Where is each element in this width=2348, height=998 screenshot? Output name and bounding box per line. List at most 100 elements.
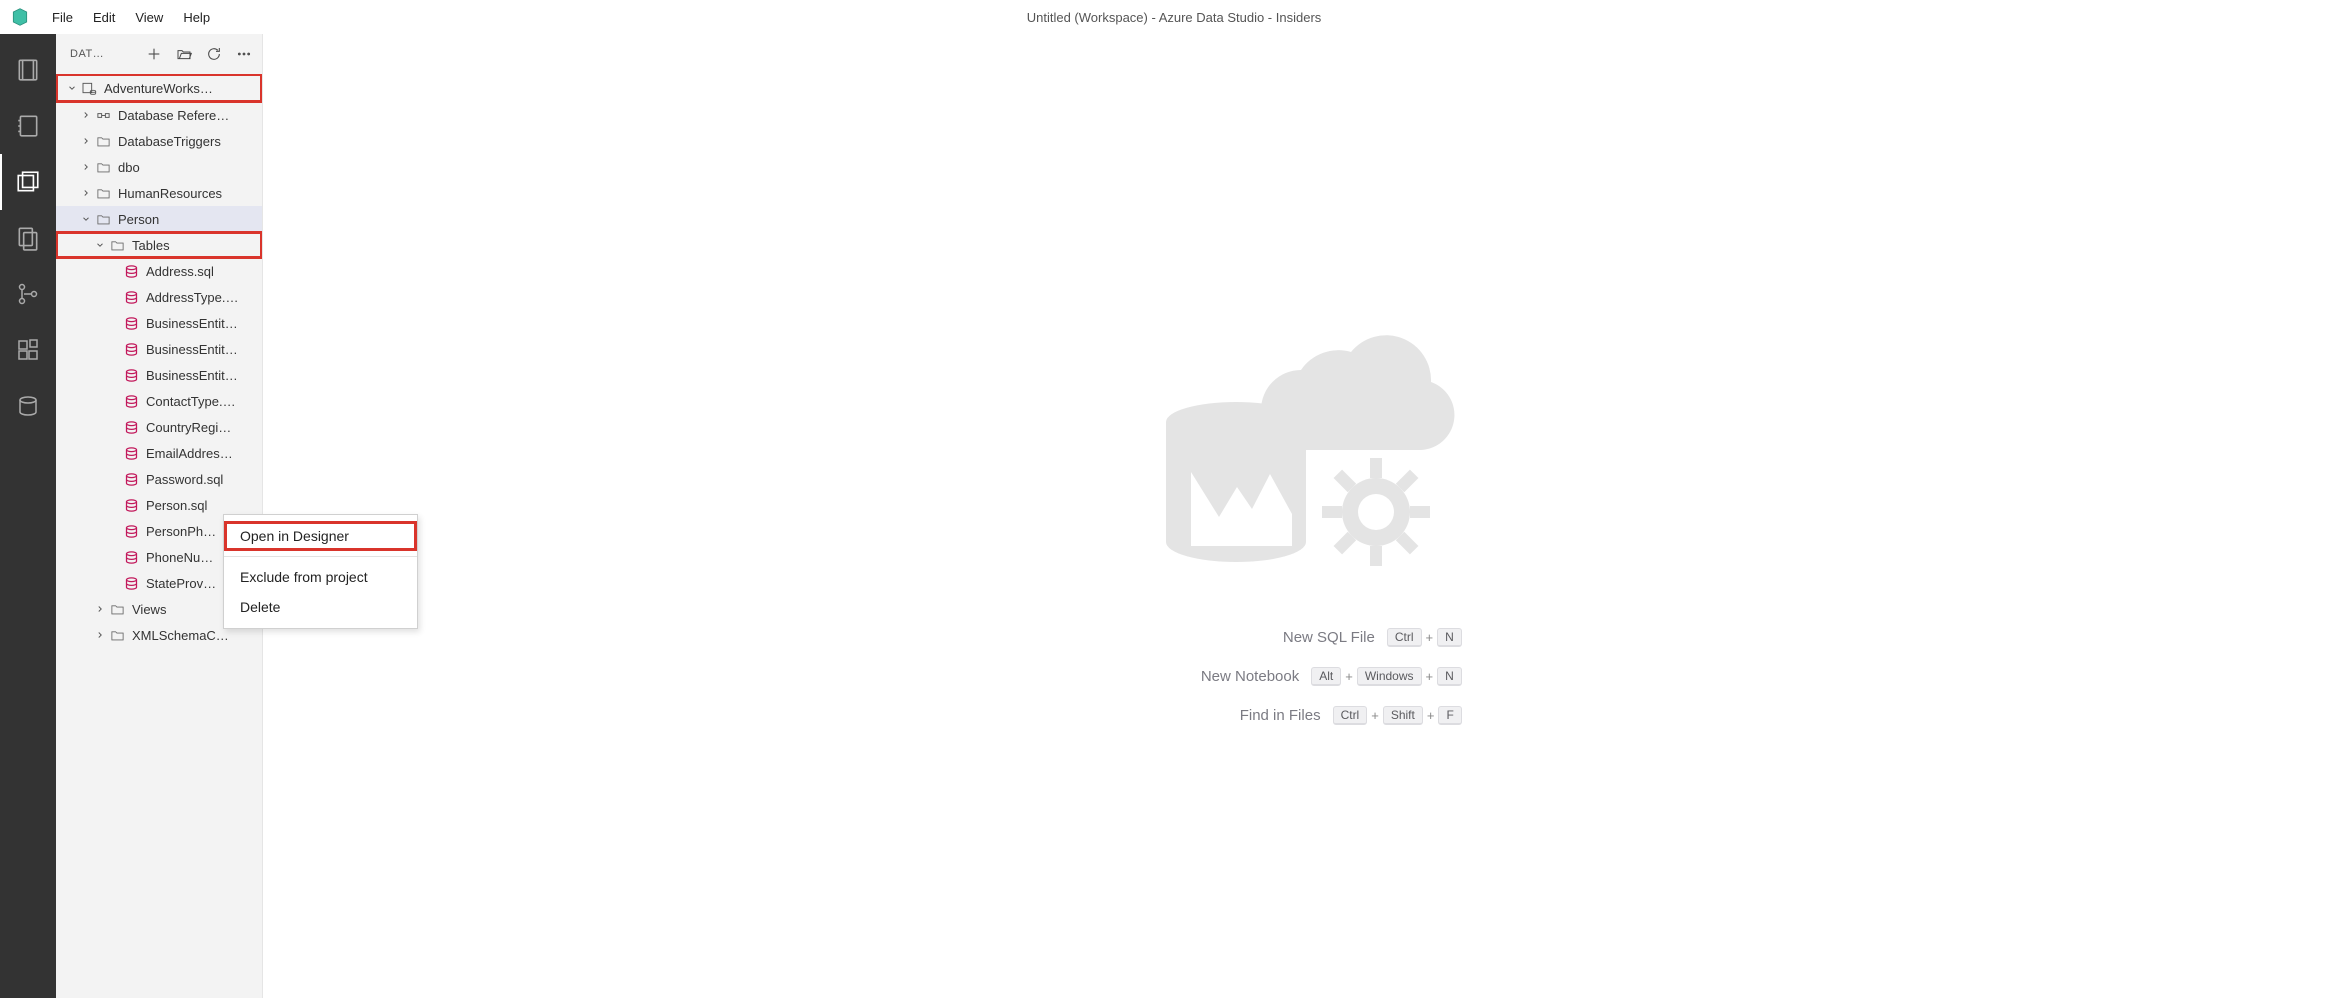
chevron-right-icon[interactable] bbox=[78, 107, 94, 123]
watermark: New SQL FileCtrl+N New Notebook Alt + Window… bbox=[1146, 307, 1466, 725]
folder-icon bbox=[94, 184, 112, 202]
twist-none bbox=[106, 471, 122, 487]
activity-connections[interactable] bbox=[0, 42, 56, 98]
tree-row-label: AddressType.… bbox=[146, 290, 239, 305]
panel-header: DAT… bbox=[56, 34, 262, 74]
tree-row[interactable]: Address.sql bbox=[56, 258, 262, 284]
chevron-right-icon[interactable] bbox=[78, 159, 94, 175]
plus-icon: + bbox=[1345, 669, 1353, 684]
tree-row-label: ContactType.… bbox=[146, 394, 236, 409]
more-icon[interactable] bbox=[234, 44, 254, 64]
tree-row-label: HumanResources bbox=[118, 186, 222, 201]
titlebar: File Edit View Help Untitled (Workspace)… bbox=[0, 0, 2348, 34]
twist-none bbox=[106, 315, 122, 331]
table-icon bbox=[122, 444, 140, 462]
twist-none bbox=[106, 263, 122, 279]
table-icon bbox=[122, 392, 140, 410]
tree-row[interactable]: ContactType.… bbox=[56, 388, 262, 414]
tree-row-label: XMLSchemaC… bbox=[132, 628, 229, 643]
tree-row[interactable]: Tables bbox=[56, 232, 262, 258]
tree-row[interactable]: dbo bbox=[56, 154, 262, 180]
menu-edit[interactable]: Edit bbox=[83, 6, 125, 29]
shortcut-list: New SQL FileCtrl+N New Notebook Alt + Window… bbox=[1149, 628, 1462, 725]
tree-row-label: Person.sql bbox=[146, 498, 207, 513]
shortcut-label: New Notebook bbox=[1149, 668, 1299, 685]
tree-row-label: PersonPh… bbox=[146, 524, 216, 539]
folder-icon bbox=[108, 236, 126, 254]
tree-row[interactable]: CountryRegi… bbox=[56, 414, 262, 440]
context-menu-separator bbox=[224, 556, 417, 557]
tree-row-label: DatabaseTriggers bbox=[118, 134, 221, 149]
activity-explorer[interactable] bbox=[0, 154, 56, 210]
menu-view[interactable]: View bbox=[125, 6, 173, 29]
chevron-down-icon[interactable] bbox=[64, 80, 80, 96]
key: Windows bbox=[1357, 667, 1422, 686]
twist-none bbox=[106, 575, 122, 591]
tree-row-label: Database Refere… bbox=[118, 108, 229, 123]
editor-area: New SQL FileCtrl+N New Notebook Alt + Window… bbox=[263, 34, 2348, 998]
chevron-down-icon[interactable] bbox=[92, 237, 108, 253]
panel-title: DAT… bbox=[70, 48, 134, 60]
context-menu-item[interactable]: Open in Designer bbox=[224, 521, 417, 551]
tree-row-label: Address.sql bbox=[146, 264, 214, 279]
new-icon[interactable] bbox=[144, 44, 164, 64]
tree-row-label: EmailAddres… bbox=[146, 446, 233, 461]
plus-icon: + bbox=[1371, 708, 1379, 723]
tree-row[interactable]: BusinessEntit… bbox=[56, 310, 262, 336]
shortcut-keys: Ctrl+N bbox=[1387, 628, 1462, 647]
tree-row[interactable]: Database Refere… bbox=[56, 102, 262, 128]
tree-row[interactable]: Person bbox=[56, 206, 262, 232]
chevron-right-icon[interactable] bbox=[78, 133, 94, 149]
twist-none bbox=[106, 419, 122, 435]
context-menu-item[interactable]: Exclude from project bbox=[224, 562, 417, 592]
chevron-down-icon[interactable] bbox=[78, 211, 94, 227]
app-icon bbox=[6, 3, 34, 31]
context-menu-item[interactable]: Delete bbox=[224, 592, 417, 622]
table-icon bbox=[122, 366, 140, 384]
activity-notebooks[interactable] bbox=[0, 98, 56, 154]
watermark-logo-icon bbox=[1146, 307, 1466, 592]
tree-row[interactable]: AddressType.… bbox=[56, 284, 262, 310]
tree-row[interactable]: EmailAddres… bbox=[56, 440, 262, 466]
menu-file[interactable]: File bbox=[42, 6, 83, 29]
activity-extensions[interactable] bbox=[0, 322, 56, 378]
chevron-right-icon[interactable] bbox=[92, 627, 108, 643]
twist-none bbox=[106, 367, 122, 383]
shortcut-row: New SQL FileCtrl+N bbox=[1149, 628, 1462, 647]
key: Ctrl bbox=[1387, 628, 1422, 647]
twist-none bbox=[106, 497, 122, 513]
dbref-icon bbox=[94, 106, 112, 124]
folder-icon bbox=[108, 626, 126, 644]
tree-row[interactable]: HumanResources bbox=[56, 180, 262, 206]
activity-search[interactable] bbox=[0, 210, 56, 266]
tree-root-label: AdventureWorks… bbox=[104, 81, 213, 96]
open-folder-icon[interactable] bbox=[174, 44, 194, 64]
plus-icon: + bbox=[1426, 669, 1434, 684]
menu-help[interactable]: Help bbox=[173, 6, 220, 29]
activity-source-control[interactable] bbox=[0, 266, 56, 322]
tree-row[interactable]: BusinessEntit… bbox=[56, 362, 262, 388]
twist-none bbox=[106, 393, 122, 409]
activity-bar bbox=[0, 34, 56, 998]
tree-row[interactable]: BusinessEntit… bbox=[56, 336, 262, 362]
shortcut-label: Find in Files bbox=[1171, 707, 1321, 724]
tree-row-label: Views bbox=[132, 602, 166, 617]
table-icon bbox=[122, 262, 140, 280]
tree-row-label: Person bbox=[118, 212, 159, 227]
table-icon bbox=[122, 496, 140, 514]
key: Alt bbox=[1311, 667, 1341, 686]
tree-row[interactable]: Password.sql bbox=[56, 466, 262, 492]
chevron-right-icon[interactable] bbox=[78, 185, 94, 201]
main: DAT… AdventureWorks… Database Refere… Dat… bbox=[0, 34, 2348, 998]
chevron-right-icon[interactable] bbox=[92, 601, 108, 617]
key: N bbox=[1437, 628, 1462, 647]
activity-data[interactable] bbox=[0, 378, 56, 434]
tree-row-label: PhoneNu… bbox=[146, 550, 213, 565]
tree-row[interactable]: DatabaseTriggers bbox=[56, 128, 262, 154]
twist-none bbox=[106, 445, 122, 461]
tree-row-label: BusinessEntit… bbox=[146, 316, 238, 331]
table-icon bbox=[122, 340, 140, 358]
tree-row-label: StateProv… bbox=[146, 576, 216, 591]
tree-root[interactable]: AdventureWorks… bbox=[56, 74, 262, 102]
refresh-icon[interactable] bbox=[204, 44, 224, 64]
